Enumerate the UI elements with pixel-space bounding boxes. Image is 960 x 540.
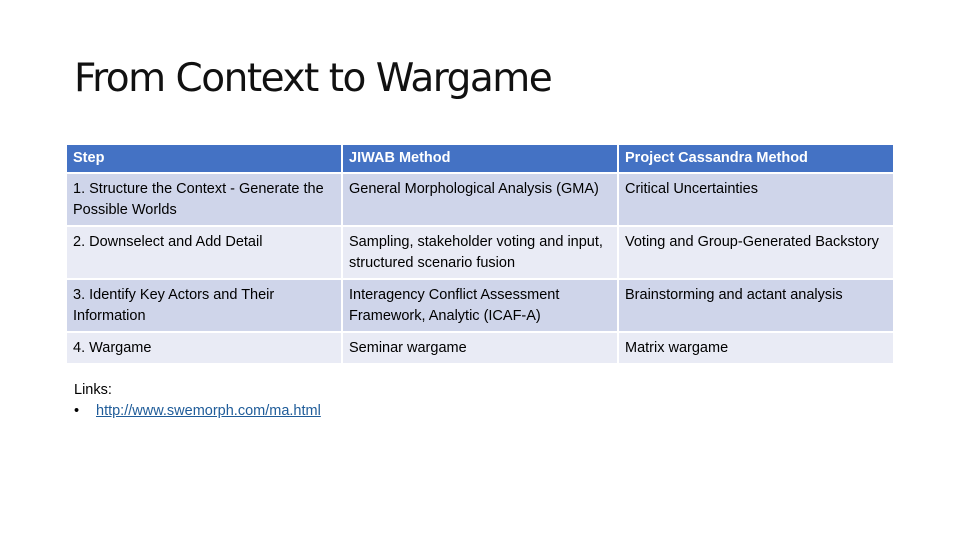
cell-step: 1. Structure the Context - Generate the … [67,173,343,227]
cell-step: 2. Downselect and Add Detail [67,226,343,280]
header-cassandra-method: Project Cassandra Method [618,145,893,174]
cell-jiwab: General Morphological Analysis (GMA) [342,173,619,227]
table-row: 4. Wargame Seminar wargame Matrix wargam… [67,332,893,365]
links-list: • http://www.swemorph.com/ma.html [74,401,321,422]
table-header-row: Step JIWAB Method Project Cassandra Meth… [67,145,893,174]
cell-cassandra: Voting and Group-Generated Backstory [618,226,893,280]
cell-cassandra: Critical Uncertainties [618,173,893,227]
table-row: 1. Structure the Context - Generate the … [67,173,893,227]
bullet-icon: • [74,403,80,419]
methods-table: Step JIWAB Method Project Cassandra Meth… [67,145,893,365]
cell-cassandra: Brainstorming and actant analysis [618,279,893,333]
header-jiwab-method: JIWAB Method [342,145,619,174]
cell-cassandra: Matrix wargame [618,332,893,365]
slide-title: From Context to Wargame [74,56,553,101]
table-row: 2. Downselect and Add Detail Sampling, s… [67,226,893,280]
cell-step: 3. Identify Key Actors and Their Informa… [67,279,343,333]
links-section: Links: • http://www.swemorph.com/ma.html [74,380,321,422]
table-row: 3. Identify Key Actors and Their Informa… [67,279,893,333]
cell-jiwab: Seminar wargame [342,332,619,365]
links-label: Links: [74,382,112,398]
cell-jiwab: Sampling, stakeholder voting and input, … [342,226,619,280]
cell-step: 4. Wargame [67,332,343,365]
cell-jiwab: Interagency Conflict Assessment Framewor… [342,279,619,333]
header-step: Step [67,145,343,174]
swemorph-link[interactable]: http://www.swemorph.com/ma.html [96,403,321,419]
list-item: • http://www.swemorph.com/ma.html [74,401,321,422]
